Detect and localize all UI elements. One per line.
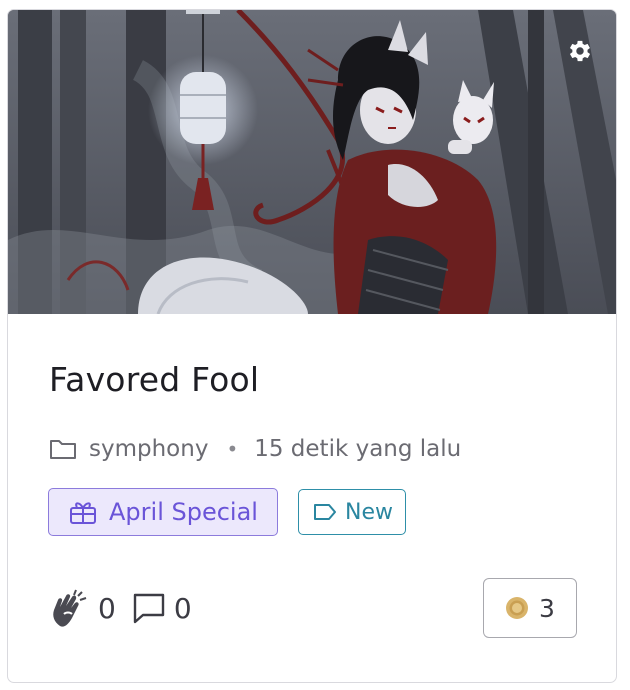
separator-dot: • xyxy=(226,437,239,461)
tag-icon xyxy=(314,504,336,520)
gear-icon[interactable] xyxy=(566,37,594,65)
story-stats: 0 0 xyxy=(46,586,208,630)
coin-icon xyxy=(506,597,529,619)
comment-count: 0 xyxy=(173,591,192,625)
gift-icon xyxy=(70,502,96,524)
clap-icon[interactable] xyxy=(46,586,90,630)
story-title[interactable]: Favored Fool xyxy=(49,360,259,399)
coin-button[interactable]: 3 xyxy=(483,578,577,638)
folder-icon xyxy=(50,440,76,459)
author-name[interactable]: symphony xyxy=(89,436,208,462)
story-card[interactable]: Favored Fool symphony • 15 detik yang la… xyxy=(7,9,617,683)
comment-icon[interactable] xyxy=(132,592,166,624)
tag-new-label: New xyxy=(345,499,393,525)
story-meta: symphony • 15 detik yang lalu xyxy=(49,434,461,464)
tag-new[interactable]: New xyxy=(298,489,406,535)
timestamp: 15 detik yang lalu xyxy=(254,436,462,462)
cover-image[interactable] xyxy=(8,10,616,314)
cover-illustration xyxy=(8,10,616,314)
clap-count: 0 xyxy=(98,591,116,625)
tag-april-special[interactable]: April Special xyxy=(48,488,278,536)
tag-special-label: April Special xyxy=(109,498,258,526)
coin-count: 3 xyxy=(539,593,555,623)
